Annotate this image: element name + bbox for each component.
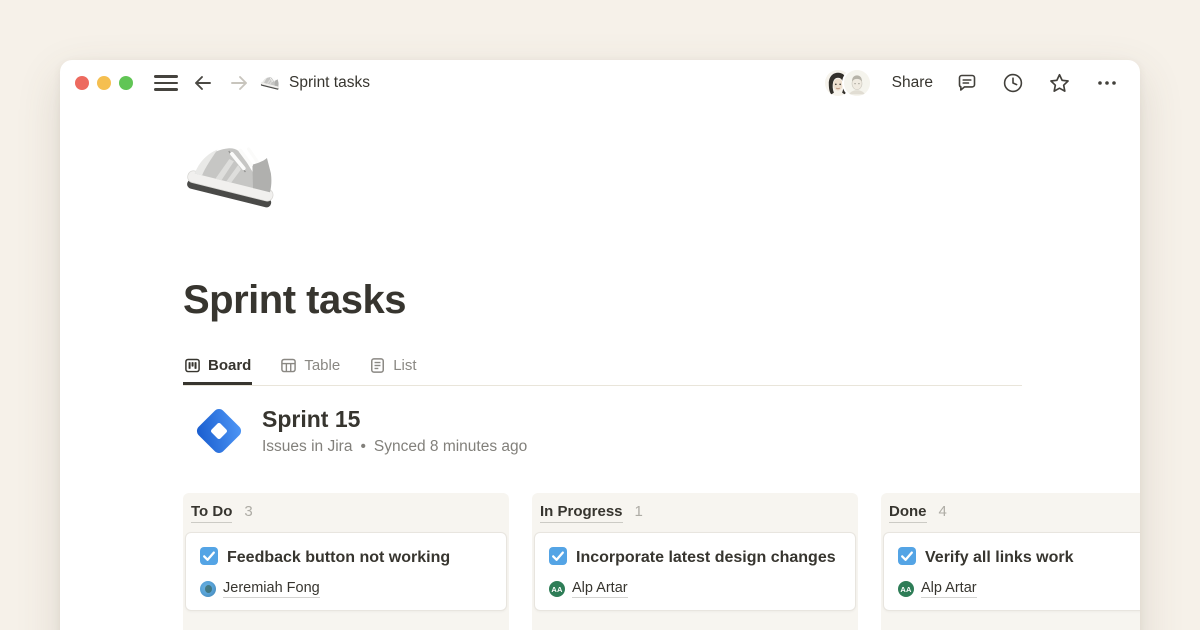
card-title-row: Verify all links work — [898, 545, 1140, 571]
sidebar-menu-icon[interactable] — [153, 73, 179, 93]
tab-list[interactable]: List — [368, 353, 417, 385]
page-title: Sprint tasks — [183, 278, 1140, 323]
column-header: Done 4 — [883, 499, 1140, 523]
assignee-avatar — [200, 581, 216, 597]
checkbox-checked-icon[interactable] — [549, 547, 567, 565]
column-name[interactable]: To Do — [191, 503, 232, 523]
linked-db-source: Issues in Jira — [262, 438, 352, 456]
tab-table-label: Table — [304, 357, 340, 374]
sneaker-icon — [260, 73, 281, 94]
breadcrumb-title: Sprint tasks — [289, 74, 370, 92]
jira-logo-icon — [193, 405, 245, 457]
subtitle-separator: • — [360, 438, 365, 456]
kanban-board: To Do 3 Feedback button not working Jere… — [183, 493, 1140, 630]
table-view-icon — [280, 357, 297, 374]
tab-board[interactable]: Board — [183, 353, 252, 385]
card-title: Incorporate latest design changes — [576, 549, 836, 566]
tab-table[interactable]: Table — [279, 353, 341, 385]
app-window: Sprint tasks Share — [60, 60, 1140, 630]
forward-arrow-icon[interactable] — [227, 71, 251, 95]
window-controls — [75, 76, 133, 90]
assignee-name[interactable]: Jeremiah Fong — [223, 580, 320, 598]
page-icon-sneaker[interactable] — [183, 128, 283, 228]
column-header: To Do 3 — [185, 499, 507, 523]
board-column-todo: To Do 3 Feedback button not working Jere… — [183, 493, 509, 630]
checkbox-checked-icon[interactable] — [200, 547, 218, 565]
task-card[interactable]: Feedback button not working Jeremiah Fon… — [185, 532, 507, 611]
collaborator-avatars[interactable] — [825, 70, 870, 96]
toolbar: Sprint tasks Share — [60, 60, 1140, 106]
column-count: 1 — [635, 503, 643, 520]
favorite-star-icon[interactable] — [1047, 71, 1072, 96]
linked-db-subtitle: Issues in Jira • Synced 8 minutes ago — [262, 438, 527, 456]
linked-database-header: Sprint 15 Issues in Jira • Synced 8 minu… — [193, 405, 1140, 457]
view-tabs: Board Table List — [183, 353, 1022, 386]
task-card[interactable]: Verify all links work AA Alp Artar — [883, 532, 1140, 611]
assignee-name[interactable]: Alp Artar — [921, 580, 977, 598]
column-header: In Progress 1 — [534, 499, 856, 523]
linked-db-title[interactable]: Sprint 15 — [262, 406, 527, 433]
board-view-icon — [184, 357, 201, 374]
assignee-row: Jeremiah Fong — [200, 580, 490, 598]
breadcrumb[interactable]: Sprint tasks — [260, 73, 370, 94]
card-title-row: Incorporate latest design changes — [549, 545, 839, 571]
board-column-in-progress: In Progress 1 Incorporate latest design … — [532, 493, 858, 630]
column-name[interactable]: Done — [889, 503, 927, 523]
assignee-row: AA Alp Artar — [898, 580, 1140, 598]
column-count: 3 — [244, 503, 252, 520]
card-title-row: Feedback button not working — [200, 545, 490, 571]
more-options-icon[interactable] — [1094, 71, 1120, 95]
assignee-avatar: AA — [898, 581, 914, 597]
sneaker-icon — [183, 128, 283, 228]
updates-clock-icon[interactable] — [1001, 71, 1025, 95]
close-window-button[interactable] — [75, 76, 89, 90]
zoom-window-button[interactable] — [119, 76, 133, 90]
board-column-done: Done 4 Verify all links work AA Alp Arta… — [881, 493, 1140, 630]
assignee-avatar: AA — [549, 581, 565, 597]
tab-list-label: List — [393, 357, 416, 374]
column-name[interactable]: In Progress — [540, 503, 623, 523]
task-card[interactable]: Incorporate latest design changes AA Alp… — [534, 532, 856, 611]
assignee-row: AA Alp Artar — [549, 580, 839, 598]
minimize-window-button[interactable] — [97, 76, 111, 90]
checkbox-checked-icon[interactable] — [898, 547, 916, 565]
card-title: Verify all links work — [925, 549, 1074, 566]
card-title: Feedback button not working — [227, 549, 450, 566]
share-button[interactable]: Share — [892, 74, 933, 92]
back-arrow-icon[interactable] — [191, 71, 215, 95]
list-view-icon — [369, 357, 386, 374]
linked-db-sync-status: Synced 8 minutes ago — [374, 438, 527, 456]
column-count: 4 — [939, 503, 947, 520]
comments-icon[interactable] — [955, 71, 979, 95]
page-content: Sprint tasks Board Table — [60, 128, 1140, 630]
tab-board-label: Board — [208, 357, 251, 374]
assignee-name[interactable]: Alp Artar — [572, 580, 628, 598]
collaborator-avatar-2 — [844, 70, 870, 96]
